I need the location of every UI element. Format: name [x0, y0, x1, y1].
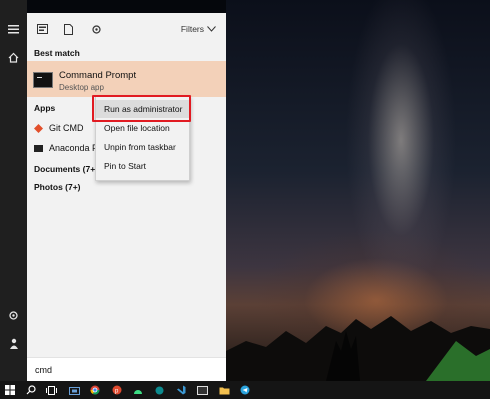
best-match-title: Command Prompt [59, 70, 137, 81]
home-icon[interactable] [6, 50, 21, 65]
settings-icon[interactable] [89, 22, 103, 36]
hamburger-icon[interactable] [6, 22, 21, 37]
best-match-subtitle: Desktop app [59, 83, 104, 92]
task-view-icon[interactable] [44, 383, 58, 397]
best-match-command-prompt[interactable]: Command Prompt Desktop app [27, 61, 226, 97]
highlight-annotation-box [92, 95, 191, 122]
pdf-icon[interactable]: p [110, 383, 124, 397]
taskbar: p [0, 381, 490, 399]
app-anaconda[interactable]: Anaconda P [34, 141, 98, 155]
documents-icon[interactable] [61, 22, 75, 36]
terminal-icon[interactable] [195, 383, 209, 397]
settings-icon[interactable] [6, 308, 21, 323]
menu-item-pin-to-start[interactable]: Pin to Start [96, 157, 189, 175]
search-input[interactable]: cmd [35, 365, 52, 375]
app-git-cmd[interactable]: Git CMD [34, 121, 84, 135]
windows-start-icon[interactable] [3, 383, 17, 397]
apps-icon[interactable] [35, 22, 49, 36]
filters-label: Filters [180, 24, 204, 34]
section-documents[interactable]: Documents (7+) [34, 164, 98, 174]
filter-toolbar: Filters [27, 13, 226, 43]
git-icon [34, 123, 43, 133]
anaconda-prompt-icon [34, 144, 43, 153]
search-icon[interactable] [24, 383, 38, 397]
app-label: Anaconda P [49, 143, 99, 153]
filters-dropdown[interactable]: Filters [181, 24, 216, 34]
teal-app-icon[interactable] [152, 383, 166, 397]
search-box[interactable]: cmd [27, 357, 226, 382]
start-left-rail [0, 0, 27, 381]
android-icon[interactable] [131, 383, 145, 397]
telegram-icon[interactable] [238, 383, 252, 397]
desktop-wallpaper [226, 0, 490, 381]
vscode-icon[interactable] [174, 383, 188, 397]
menu-item-unpin-from-taskbar[interactable]: Unpin from taskbar [96, 138, 189, 156]
section-apps: Apps [34, 103, 56, 113]
file-explorer-icon[interactable] [217, 383, 231, 397]
chrome-icon[interactable] [88, 383, 102, 397]
chevron-down-icon [207, 24, 216, 34]
app-label: Git CMD [49, 123, 84, 133]
store-icon[interactable] [67, 383, 81, 397]
section-best-match: Best match [34, 48, 80, 58]
mountain-silhouette [226, 316, 490, 381]
command-prompt-icon [33, 72, 53, 88]
section-photos[interactable]: Photos (7+) [34, 182, 81, 192]
start-search-panel: Filters Best match Command Prompt Deskto… [27, 13, 226, 382]
user-icon[interactable] [6, 336, 21, 351]
